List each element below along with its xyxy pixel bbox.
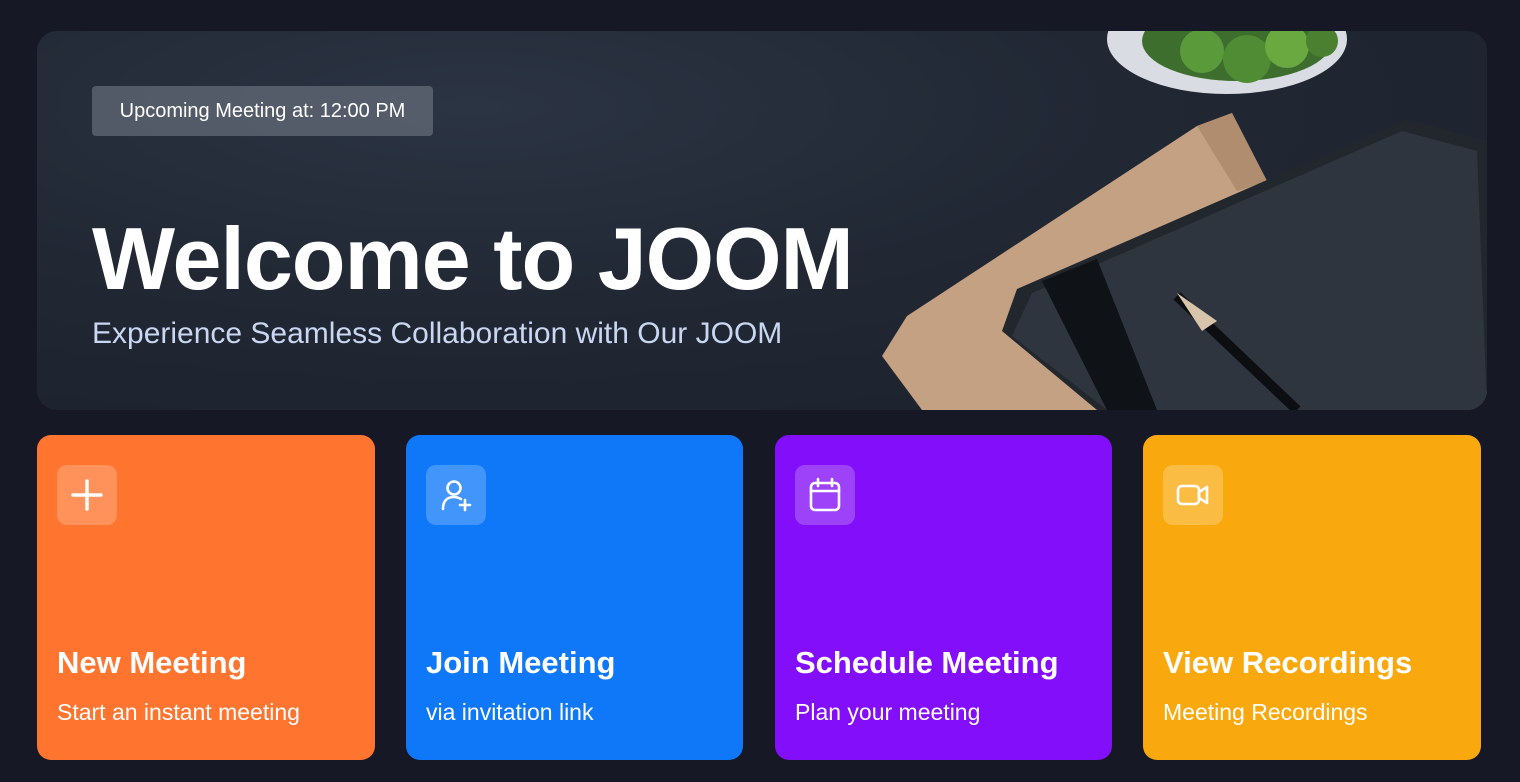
view-recordings-card[interactable]: View Recordings Meeting Recordings: [1143, 435, 1481, 760]
page-title: Welcome to JOOM: [92, 209, 854, 308]
calendar-icon: [795, 465, 855, 525]
page-subtitle: Experience Seamless Collaboration with O…: [92, 317, 783, 350]
home-page: Upcoming Meeting at: 12:00 PM Welcome to…: [0, 0, 1520, 782]
upcoming-meeting-badge: Upcoming Meeting at: 12:00 PM: [92, 86, 433, 136]
hero-banner: Upcoming Meeting at: 12:00 PM Welcome to…: [37, 31, 1487, 410]
card-title: Join Meeting: [426, 645, 616, 680]
card-subtitle: Start an instant meeting: [57, 699, 300, 725]
user-plus-icon: [426, 465, 486, 525]
plant-image: [1107, 31, 1347, 94]
card-subtitle: Plan your meeting: [795, 699, 981, 725]
schedule-meeting-card[interactable]: Schedule Meeting Plan your meeting: [775, 435, 1112, 760]
video-icon: [1163, 465, 1223, 525]
plus-icon: [57, 465, 117, 525]
card-title: New Meeting: [57, 645, 247, 680]
card-title: Schedule Meeting: [795, 645, 1059, 680]
card-subtitle: via invitation link: [426, 699, 594, 725]
join-meeting-card[interactable]: Join Meeting via invitation link: [406, 435, 743, 760]
new-meeting-card[interactable]: New Meeting Start an instant meeting: [37, 435, 375, 760]
card-title: View Recordings: [1163, 645, 1413, 680]
card-subtitle: Meeting Recordings: [1163, 699, 1368, 725]
